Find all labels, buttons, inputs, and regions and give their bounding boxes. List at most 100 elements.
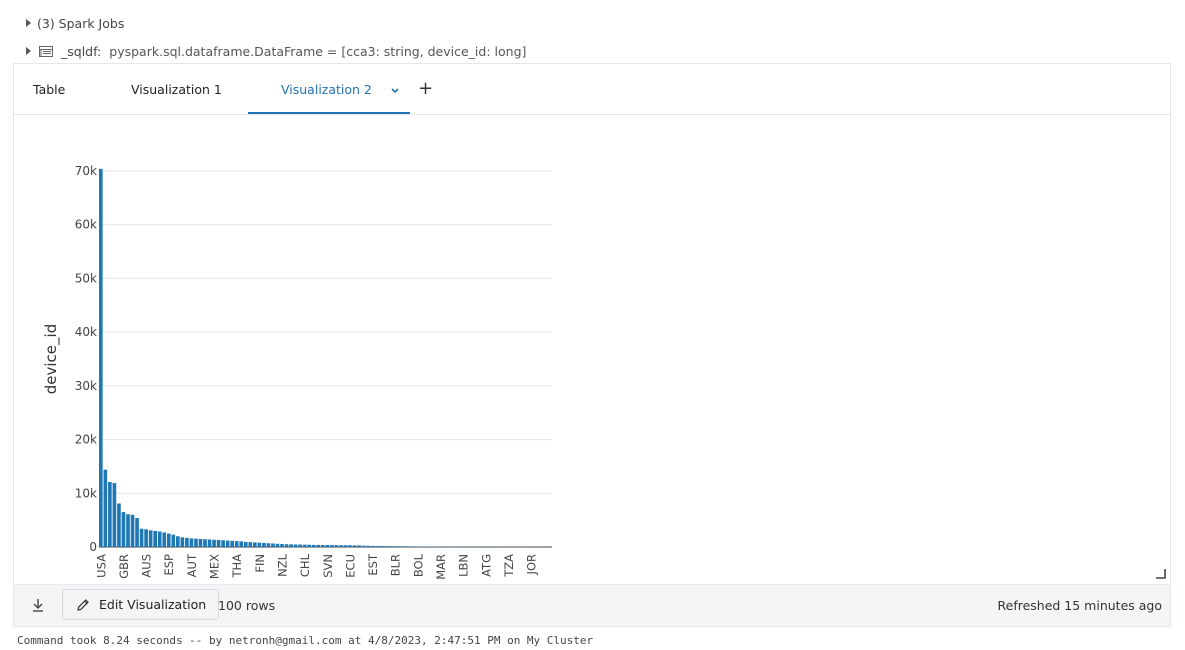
bar [176,536,180,547]
dataframe-schema-toggle[interactable]: _sqldf: pyspark.sql.dataframe.DataFrame … [26,42,526,60]
bar [357,545,361,547]
bar [216,540,221,547]
bar [157,531,162,547]
tab-table[interactable]: Table [33,64,65,114]
bar [243,541,248,547]
bar [198,538,203,547]
bar [171,534,176,547]
add-tab-button[interactable]: + [418,64,433,114]
bar [153,530,157,547]
bar [280,544,284,547]
bar [225,540,230,547]
visualization-panel: Table Visualization 1 Visualization 2 + … [13,63,1171,627]
bar [148,530,153,547]
bar [284,544,289,547]
download-icon[interactable] [30,597,46,613]
bar [185,537,189,547]
bar [230,540,234,547]
bar [257,542,262,547]
x-tick-label: ESP [162,554,176,576]
bar [271,543,275,547]
x-tick-label: ATG [479,554,493,577]
x-tick-label: CHL [298,553,312,577]
y-tick-label: 50k [75,271,97,285]
bar [334,545,339,547]
y-axis-title: device_id [42,324,61,394]
bar [112,483,117,547]
bar [375,545,379,547]
bar [221,540,225,547]
edit-visualization-label: Edit Visualization [99,597,207,612]
x-tick-label: JOR [525,554,539,575]
bar [275,543,280,547]
dataframe-type: pyspark.sql.dataframe.DataFrame = [cca3:… [109,43,527,59]
bar [330,545,334,547]
x-tick-label: USA [94,554,108,578]
bar [289,544,293,547]
y-tick-label: 0 [89,540,97,554]
bar [180,537,185,547]
bar [108,482,112,547]
bar [302,544,307,547]
bar [316,544,321,547]
bar-chart: 0 10k 20k 30k 40k 50k 60k 70k USA GBR AUS ESP AUT MEX… [42,164,552,580]
bar [239,541,244,547]
visualization-footer: Edit Visualization 100 rows Refreshed 15… [14,584,1170,626]
tab-bar: Table Visualization 1 Visualization 2 + [14,64,1170,115]
x-tick-label: TZA [502,554,516,578]
x-tick-label: BOL [411,553,425,577]
bar [339,545,343,547]
x-tick-label: BLR [389,554,403,576]
bar [397,546,402,547]
x-tick-label: GBR [117,554,131,579]
x-tick-label: ECU [343,554,357,578]
bar [298,544,302,547]
bar [361,545,366,547]
bar [248,542,253,547]
bar [402,546,407,547]
bar [307,544,312,547]
chevron-down-icon[interactable] [390,86,400,96]
y-tick-label: 30k [75,379,97,393]
bar [393,546,398,547]
pencil-icon [77,598,89,611]
tab-visualization-1[interactable]: Visualization 1 [131,64,222,114]
command-status: Command took 8.24 seconds -- by netronh@… [17,634,594,647]
x-tick-label: AUT [185,553,199,577]
bar [266,543,271,547]
bar [411,546,416,547]
bar [234,541,239,547]
bar [366,545,370,547]
bar [166,533,171,547]
spark-jobs-toggle[interactable]: (3) Spark Jobs [26,14,124,32]
bar [99,168,103,547]
bar [144,529,148,547]
x-tick-label: NZL [275,553,289,576]
bar [121,512,126,547]
tab-visualization-2-label: Visualization 2 [281,82,372,97]
expand-arrow-icon [26,19,31,27]
tab-visualization-2[interactable]: Visualization 2 [248,64,410,114]
row-count: 100 rows [218,598,276,613]
x-tick-label: AUS [140,554,154,578]
bar [311,544,316,547]
bar [416,546,420,547]
bar [325,545,330,547]
bar [379,546,384,547]
bar [130,514,135,547]
y-tick-label: 40k [75,325,97,339]
table-icon [39,45,53,57]
x-tick-label: SVN [321,554,335,578]
x-tick-label: FIN [253,554,267,573]
y-tick-label: 20k [75,433,97,447]
bar [343,545,348,547]
resize-handle-icon[interactable] [1156,569,1166,579]
x-tick-label: EST [366,553,380,576]
bar [320,544,325,547]
bar [189,538,194,547]
edit-visualization-button[interactable]: Edit Visualization [62,589,220,620]
spark-jobs-label: (3) Spark Jobs [37,15,125,31]
bar [194,538,198,547]
y-tick-label: 60k [75,218,97,232]
bar [253,542,257,547]
